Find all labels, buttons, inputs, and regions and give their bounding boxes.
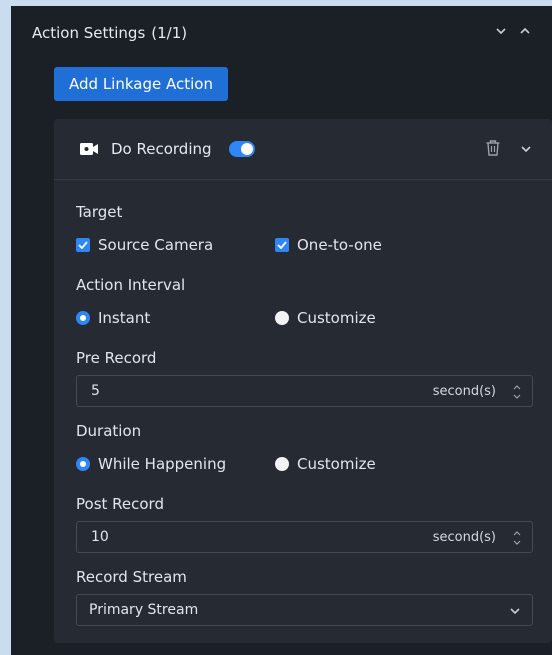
recording-toggle[interactable]: [229, 141, 255, 157]
action-card: Do Recording Target Source Camera One-to…: [54, 119, 552, 643]
trash-icon[interactable]: [485, 139, 501, 157]
panel-title: Action Settings: [32, 24, 146, 42]
chevron-down-icon[interactable]: [494, 26, 508, 36]
record-stream-value: Primary Stream: [89, 602, 199, 618]
radio-selected-icon: [76, 311, 90, 325]
radio-label: Instant: [98, 309, 151, 327]
pre-record-label: Pre Record: [76, 349, 157, 367]
toggle-knob: [241, 143, 253, 155]
record-stream-label: Record Stream: [76, 568, 187, 586]
pre-record-unit: second(s): [432, 384, 496, 399]
action-interval-label: Action Interval: [76, 276, 186, 294]
post-record-unit: second(s): [432, 530, 496, 545]
checkbox-label: One-to-one: [297, 236, 382, 254]
target-label: Target: [76, 203, 123, 221]
duration-label: Duration: [76, 422, 142, 440]
pre-record-input[interactable]: 5 second(s): [76, 375, 533, 407]
camera-icon: [80, 143, 98, 155]
instant-radio[interactable]: Instant: [76, 309, 150, 327]
duration-customize-radio[interactable]: Customize: [275, 455, 376, 473]
checkbox-label: Source Camera: [98, 236, 214, 254]
action-settings-panel: Action Settings (1/1) Add Linkage Action …: [11, 6, 552, 655]
post-record-input[interactable]: 10 second(s): [76, 521, 533, 553]
chevron-down-icon[interactable]: [519, 145, 533, 155]
chevron-up-icon[interactable]: [518, 26, 532, 36]
checkbox-checked-icon: [275, 238, 289, 252]
add-linkage-action-button[interactable]: Add Linkage Action: [54, 67, 228, 101]
post-record-value: 10: [91, 529, 109, 545]
source-camera-checkbox[interactable]: Source Camera: [76, 236, 213, 254]
action-card-header[interactable]: Do Recording: [54, 119, 552, 180]
radio-selected-icon: [76, 457, 90, 471]
radio-unselected-icon: [275, 457, 289, 471]
checkbox-checked-icon: [76, 238, 90, 252]
interval-customize-radio[interactable]: Customize: [275, 309, 376, 327]
one-to-one-checkbox[interactable]: One-to-one: [275, 236, 382, 254]
chevron-down-icon: [510, 608, 520, 615]
radio-label: While Happening: [98, 455, 227, 473]
while-happening-radio[interactable]: While Happening: [76, 455, 226, 473]
radio-unselected-icon: [275, 311, 289, 325]
post-record-label: Post Record: [76, 495, 164, 513]
radio-label: Customize: [297, 309, 376, 327]
action-count: (1/1): [151, 24, 188, 42]
stepper-icon[interactable]: [512, 382, 522, 402]
pre-record-value: 5: [91, 383, 100, 399]
stepper-icon[interactable]: [512, 528, 522, 548]
record-stream-select[interactable]: Primary Stream: [76, 594, 533, 626]
radio-label: Customize: [297, 455, 376, 473]
action-title: Do Recording: [111, 140, 212, 158]
panel-header: Action Settings (1/1): [32, 24, 187, 42]
